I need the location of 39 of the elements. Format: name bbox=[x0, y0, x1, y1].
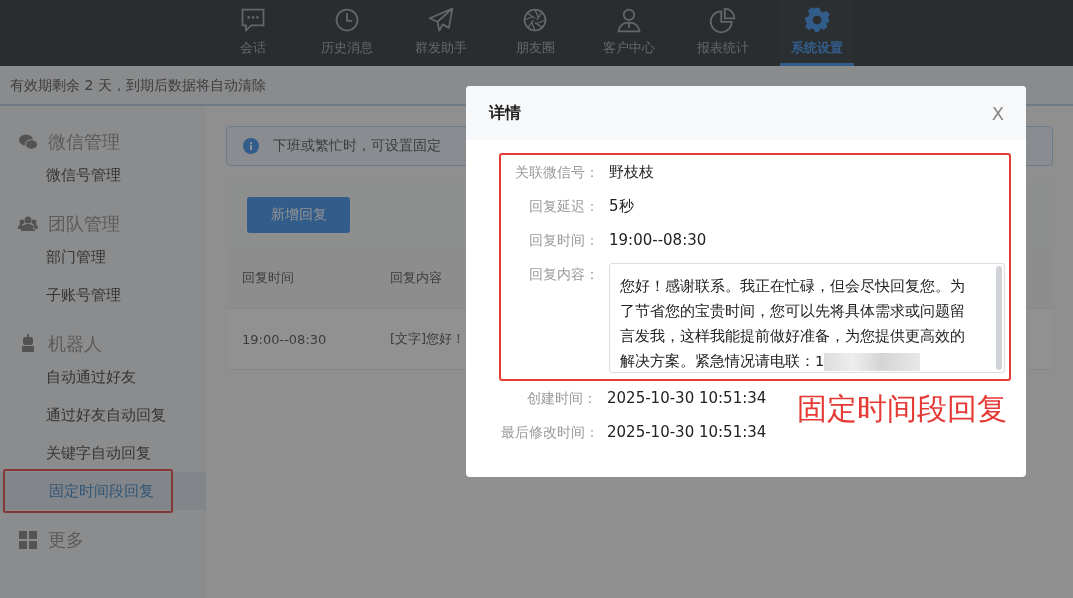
sidebar-item[interactable]: 部门管理 bbox=[0, 238, 206, 276]
annotation-text: 固定时间段回复 bbox=[797, 390, 1007, 428]
field-value: 2025-10-30 10:51:34 bbox=[607, 388, 767, 409]
field-label: 回复内容： bbox=[528, 265, 599, 284]
field-label: 最后修改时间： bbox=[501, 423, 597, 442]
chat-bubble-icon bbox=[239, 6, 267, 34]
field-label: 回复时间： bbox=[528, 231, 599, 250]
chat-bubbles-icon bbox=[18, 132, 38, 152]
sidebar-item[interactable]: 自动通过好友 bbox=[0, 358, 206, 396]
table-cell-text: [文字]您好！ bbox=[389, 330, 467, 348]
clock-icon bbox=[333, 6, 361, 34]
sidebar-item[interactable]: 固定时间段回复 bbox=[0, 472, 206, 510]
settings-icon bbox=[803, 6, 831, 34]
nav-tab[interactable]: 会话 bbox=[206, 0, 300, 66]
sidebar-item[interactable]: 子账号管理 bbox=[0, 276, 206, 314]
banner-text: 下班或繁忙时，可设置固定 bbox=[273, 137, 441, 155]
reply-content-box[interactable]: 您好！感谢联系。我正在忙碌，但会尽快回复您。为了节省您的宝贵时间，您可以先将具体需求或问题留言发我，这样我能提前做好准备，为您提供更高效的解决方案。紧急情况请电联：1 bbox=[609, 263, 1005, 373]
people-icon bbox=[18, 214, 38, 234]
field-value: 19:00--08:30 bbox=[609, 230, 707, 251]
paper-plane-icon bbox=[427, 6, 455, 34]
add-reply-button[interactable]: 新增回复 bbox=[247, 197, 350, 233]
aperture-icon bbox=[521, 6, 549, 34]
grid-icon bbox=[18, 530, 38, 550]
field-label: 创建时间： bbox=[526, 389, 597, 408]
sidebar-item[interactable]: 关键字自动回复 bbox=[0, 434, 206, 472]
scrollbar[interactable] bbox=[996, 266, 1002, 370]
sidebar-item[interactable]: 微信号管理 bbox=[0, 156, 206, 194]
table-cell-text: 19:00--08:30 bbox=[241, 331, 328, 347]
column-header: 回复时间 bbox=[241, 269, 295, 287]
field-value: 2025-10-30 10:51:34 bbox=[607, 422, 767, 443]
person-icon bbox=[615, 6, 643, 34]
sidebar-item[interactable]: 通过好友自动回复 bbox=[0, 396, 206, 434]
field-value: 5秒 bbox=[609, 196, 634, 217]
field-label: 回复延迟： bbox=[528, 197, 599, 216]
column-header: 回复内容 bbox=[389, 269, 443, 287]
field-value: 野枝枝 bbox=[609, 162, 654, 183]
info-icon bbox=[243, 138, 259, 154]
pie-chart-icon bbox=[709, 6, 737, 34]
field-label: 关联微信号： bbox=[514, 163, 599, 182]
